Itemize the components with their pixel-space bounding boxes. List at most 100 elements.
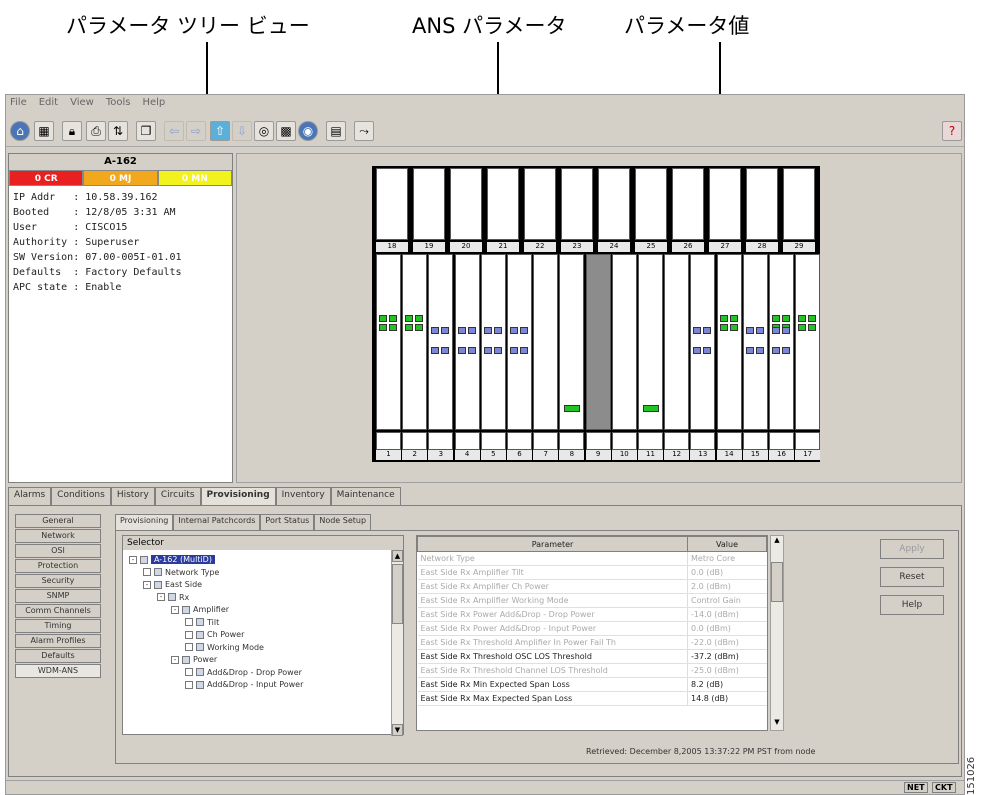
col-value[interactable]: Value — [687, 536, 767, 552]
table-row[interactable]: East Side Rx Min Expected Span Loss 8.2 (… — [417, 677, 767, 692]
table-row[interactable]: East Side Rx Threshold Amplifier In Powe… — [417, 635, 767, 650]
lock-icon[interactable]: 🔒︎ — [62, 121, 82, 141]
help-icon[interactable]: ? — [942, 121, 962, 141]
collapse-icon[interactable]: - — [143, 580, 151, 589]
nav-osi[interactable]: OSI — [15, 544, 101, 558]
tree-node[interactable]: Working Mode — [129, 642, 389, 655]
home-icon[interactable]: ⌂ — [10, 121, 30, 141]
down-icon[interactable]: ⇩ — [232, 121, 252, 141]
top-slot[interactable] — [561, 168, 593, 240]
grid-icon[interactable]: ▩ — [276, 121, 296, 141]
nav-wdm-ans[interactable]: WDM-ANS — [15, 664, 101, 678]
table-scroll-down-icon[interactable]: ▼ — [771, 718, 783, 730]
nav-protection[interactable]: Protection — [15, 559, 101, 573]
card-slot[interactable] — [664, 254, 690, 430]
card-slot[interactable] — [428, 254, 454, 430]
tree-node[interactable]: - Power — [129, 654, 389, 667]
apply-button[interactable]: Apply — [880, 539, 944, 559]
export-icon[interactable]: ⇅ — [108, 121, 128, 141]
nav-alarm-profiles[interactable]: Alarm Profiles — [15, 634, 101, 648]
collapse-icon[interactable]: - — [171, 605, 179, 614]
print-icon[interactable]: ⎙ — [86, 121, 106, 141]
link-icon[interactable]: ⤳ — [354, 121, 374, 141]
card-slot[interactable] — [795, 254, 821, 430]
nav-snmp[interactable]: SNMP — [15, 589, 101, 603]
back-icon[interactable]: ⇦ — [164, 121, 184, 141]
tree-scrollbar[interactable]: ▲ ▼ — [391, 550, 403, 736]
nav-security[interactable]: Security — [15, 574, 101, 588]
alarm-minor[interactable]: 0 MN — [157, 170, 232, 186]
tab-circuits[interactable]: Circuits — [154, 487, 201, 505]
globe-icon[interactable]: ◎ — [254, 121, 274, 141]
help-button[interactable]: Help — [880, 595, 944, 615]
table-row[interactable]: East Side Rx Max Expected Span Loss 14.8 … — [417, 691, 767, 706]
nav-timing[interactable]: Timing — [15, 619, 101, 633]
collapse-icon[interactable]: - — [129, 555, 137, 564]
collapse-icon[interactable]: - — [171, 655, 179, 664]
card-slot[interactable] — [402, 254, 428, 430]
card-slot[interactable] — [559, 254, 585, 430]
alarm-major[interactable]: 0 MJ — [83, 170, 158, 186]
table-row[interactable]: East Side Rx Amplifier Ch Power 2.0 (dBm) — [417, 579, 767, 594]
card-slot[interactable] — [533, 254, 559, 430]
nav-general[interactable]: General — [15, 514, 101, 528]
tree-node[interactable]: Network Type — [129, 567, 389, 580]
card-slot[interactable] — [769, 254, 794, 430]
top-slot[interactable] — [487, 168, 519, 240]
reset-button[interactable]: Reset — [880, 567, 944, 587]
table-row[interactable]: East Side Rx Power Add&Drop - Input Powe… — [417, 621, 767, 636]
tab-history[interactable]: History — [110, 487, 155, 505]
top-slot[interactable] — [524, 168, 556, 240]
table-scroll-thumb[interactable] — [771, 562, 783, 602]
top-slot[interactable] — [746, 168, 778, 240]
nav-defaults[interactable]: Defaults — [15, 649, 101, 663]
tree-node[interactable]: Add&Drop - Input Power — [129, 679, 389, 692]
card-slot[interactable] — [585, 254, 611, 430]
tree-node[interactable]: Tilt — [129, 617, 389, 630]
tab-maintenance[interactable]: Maintenance — [330, 487, 401, 505]
top-slot[interactable] — [709, 168, 741, 240]
top-slot[interactable] — [376, 168, 408, 240]
top-slot[interactable] — [672, 168, 704, 240]
subtab-port-status[interactable]: Port Status — [260, 514, 315, 530]
menu-help[interactable]: Help — [142, 97, 165, 113]
card-slot[interactable] — [454, 254, 480, 430]
collapse-icon[interactable]: - — [157, 593, 165, 601]
tree-node[interactable]: Add&Drop - Drop Power — [129, 667, 389, 680]
window-icon[interactable]: ❐ — [136, 121, 156, 141]
top-slot[interactable] — [450, 168, 482, 240]
alarm-critical[interactable]: 0 CR — [9, 170, 84, 186]
value-cell[interactable]: -37.2 (dBm) — [687, 649, 767, 664]
card-slot[interactable] — [742, 254, 768, 430]
tab-provisioning[interactable]: Provisioning — [200, 487, 276, 505]
table-row[interactable]: East Side Rx Threshold Channel LOS Thres… — [417, 663, 767, 678]
value-cell[interactable]: 14.8 (dB) — [687, 691, 767, 706]
scroll-up-icon[interactable]: ▲ — [392, 550, 403, 562]
tree-node[interactable]: - A-162 (MultiD) — [129, 554, 389, 567]
card-slot[interactable] — [480, 254, 506, 430]
tab-alarms[interactable]: Alarms — [8, 487, 52, 505]
subtab-node-setup[interactable]: Node Setup — [314, 514, 372, 530]
scroll-down-icon[interactable]: ▼ — [392, 724, 403, 736]
scroll-thumb[interactable] — [392, 564, 403, 624]
card-icon[interactable]: ▤ — [326, 121, 346, 141]
tree-node[interactable]: Ch Power — [129, 629, 389, 642]
nav-network[interactable]: Network — [15, 529, 101, 543]
table-row[interactable]: East Side Rx Threshold OSC LOS Threshold… — [417, 649, 767, 664]
network-view-icon[interactable]: ◉ — [298, 121, 318, 141]
value-cell[interactable]: 8.2 (dB) — [687, 677, 767, 692]
top-slot[interactable] — [413, 168, 445, 240]
card-slot[interactable] — [690, 254, 716, 430]
table-scroll-up-icon[interactable]: ▲ — [771, 536, 783, 548]
table-row[interactable]: Network Type Metro Core — [417, 551, 767, 566]
card-slot[interactable] — [638, 254, 663, 430]
subtab-provisioning[interactable]: Provisioning — [115, 514, 174, 530]
top-slot[interactable] — [783, 168, 815, 240]
card-slot[interactable] — [716, 254, 742, 430]
card-slot[interactable] — [611, 254, 637, 430]
network-icon[interactable]: ▦ — [34, 121, 54, 141]
menu-file[interactable]: File — [10, 97, 27, 113]
table-row[interactable]: East Side Rx Amplifier Tilt 0.0 (dB) — [417, 565, 767, 580]
up-icon[interactable]: ⇧ — [210, 121, 230, 141]
tree-node[interactable]: - East Side — [129, 579, 389, 592]
